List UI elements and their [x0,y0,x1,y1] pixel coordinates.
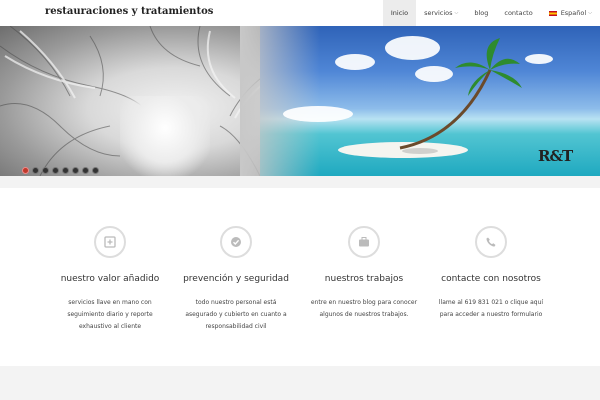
nav-item-inicio[interactable]: Inicio [382,0,417,26]
feature-prevencion-seguridad: prevención y seguridad todo nuestro pers… [171,226,301,333]
nav-item-label: blog [474,9,489,17]
spain-flag-icon [548,10,557,16]
site-title[interactable]: restauraciones y tratamientos [45,6,213,17]
feature-title: nuestros trabajos [324,274,404,284]
rt-logo: R&T [538,144,573,166]
footer-section [0,366,600,400]
site-header: restauraciones y tratamientos Inicio ser… [0,0,600,26]
feature-line: responsabilidad civil [205,323,267,330]
slider-dot[interactable] [42,167,49,174]
chevron-down-icon: ⌵ [588,10,592,16]
feature-line: todo nuestro personal está [195,299,277,306]
feature-line[interactable]: llame al 619 831 021 o clique aquí [439,299,543,306]
check-icon[interactable] [220,226,252,258]
feature-description: llame al 619 831 021 o clique aquí para … [426,297,556,321]
palm-tree-illustration [399,38,522,154]
nav-item-blog[interactable]: blog [466,0,496,26]
hero-slider[interactable]: R&T [0,26,600,176]
slider-dot[interactable] [72,167,79,174]
feature-title: nuestro valor añadido [60,274,160,284]
feature-line: servicios llave en mano con [68,299,152,306]
phone-icon[interactable] [475,226,507,258]
language-selector[interactable]: Español ⌵ [541,0,600,26]
feature-line: exhaustivo al cliente [78,323,142,330]
feature-nuestros-trabajos: nuestros trabajos entre en nuestro blog … [299,226,429,321]
chevron-down-icon: ⌵ [454,10,459,16]
logo-letter: R [538,147,551,165]
feature-title: contacte con nosotros [441,274,541,284]
feature-line: entre en nuestro blog para conocer [310,299,418,306]
logo-letter: T [562,147,573,165]
feature-line: algunos de nuestros trabajos. [319,311,409,318]
nav-item-servicios[interactable]: servicios ⌵ [416,0,466,26]
language-label: Español [560,9,587,17]
main-nav: Inicio servicios ⌵ blog contacto Español… [382,0,600,26]
nav-item-label: Inicio [390,9,409,17]
nav-item-label: contacto [504,9,533,17]
feature-line: asegurado y cubierto en cuanto a [185,311,287,318]
logo-letter: & [549,147,563,165]
slider-dot[interactable] [32,167,39,174]
slider-dot[interactable] [92,167,99,174]
nav-item-contacto[interactable]: contacto [496,0,540,26]
plus-square-icon[interactable] [94,226,126,258]
slider-pagination [22,167,99,174]
feature-line[interactable]: para acceder a nuestro formulario [440,311,543,318]
feature-description: todo nuestro personal está asegurado y c… [171,297,301,333]
feature-contacte: contacte con nosotros llame al 619 831 0… [426,226,556,321]
slider-dot[interactable] [52,167,59,174]
feature-valor-anadido: nuestro valor añadido servicios llave en… [45,226,175,333]
feature-title: prevención y seguridad [183,274,289,284]
section-divider [0,176,600,188]
slider-dot[interactable] [22,167,29,174]
slider-dot[interactable] [82,167,89,174]
slider-dot[interactable] [62,167,69,174]
nav-item-label: servicios [424,9,453,17]
feature-description: entre en nuestro blog para conocer algun… [299,297,429,321]
feature-line: seguimiento diario y reporte [67,311,153,318]
briefcase-icon[interactable] [348,226,380,258]
feature-description: servicios llave en mano con seguimiento … [45,297,175,333]
